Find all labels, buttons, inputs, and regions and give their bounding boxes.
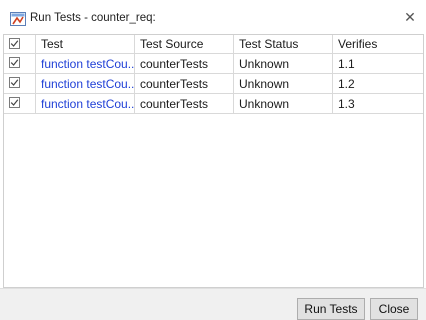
test-status-cell: Unknown — [234, 54, 333, 74]
test-source-cell: counterTests — [135, 94, 234, 114]
verifies-cell: 1.1 — [333, 54, 423, 74]
checkmark-icon — [10, 59, 19, 66]
verifies-cell: 1.2 — [333, 74, 423, 94]
row-checkbox[interactable] — [9, 97, 20, 108]
row-select-cell — [4, 74, 36, 94]
row-select-cell — [4, 54, 36, 74]
table-row[interactable]: function testCou... counterTests Unknown… — [4, 54, 423, 74]
row-select-cell — [4, 94, 36, 114]
close-button[interactable]: Close — [370, 298, 418, 320]
simulink-app-icon — [10, 12, 26, 26]
row-checkbox[interactable] — [9, 57, 20, 68]
test-status-cell: Unknown — [234, 74, 333, 94]
select-all-checkbox[interactable] — [9, 38, 20, 49]
test-source-cell: counterTests — [135, 54, 234, 74]
checkmark-icon — [10, 79, 19, 86]
column-header-verifies[interactable]: Verifies — [333, 35, 423, 54]
table-header-row: Test Test Source Test Status Verifies — [4, 35, 423, 54]
run-tests-button[interactable]: Run Tests — [297, 298, 365, 320]
table-row[interactable]: function testCou... counterTests Unknown… — [4, 94, 423, 114]
checkmark-icon — [10, 99, 19, 106]
window-close-icon[interactable]: ✕ — [400, 8, 420, 26]
test-name-link[interactable]: function testCou... — [36, 74, 135, 94]
table-row[interactable]: function testCou... counterTests Unknown… — [4, 74, 423, 94]
title-bar: Run Tests - counter_req: ✕ — [0, 0, 426, 34]
column-header-test[interactable]: Test — [36, 35, 135, 54]
column-header-test-status[interactable]: Test Status — [234, 35, 333, 54]
select-all-cell — [4, 35, 36, 54]
test-source-cell: counterTests — [135, 74, 234, 94]
row-checkbox[interactable] — [9, 77, 20, 88]
test-name-link[interactable]: function testCou... — [36, 54, 135, 74]
dialog-footer: Run Tests Close — [0, 288, 426, 320]
verifies-cell: 1.3 — [333, 94, 423, 114]
test-status-cell: Unknown — [234, 94, 333, 114]
window-title: Run Tests - counter_req: — [30, 12, 156, 24]
test-name-link[interactable]: function testCou... — [36, 94, 135, 114]
tests-table: Test Test Source Test Status Verifies fu… — [3, 34, 424, 288]
checkmark-icon — [10, 40, 19, 47]
column-header-test-source[interactable]: Test Source — [135, 35, 234, 54]
